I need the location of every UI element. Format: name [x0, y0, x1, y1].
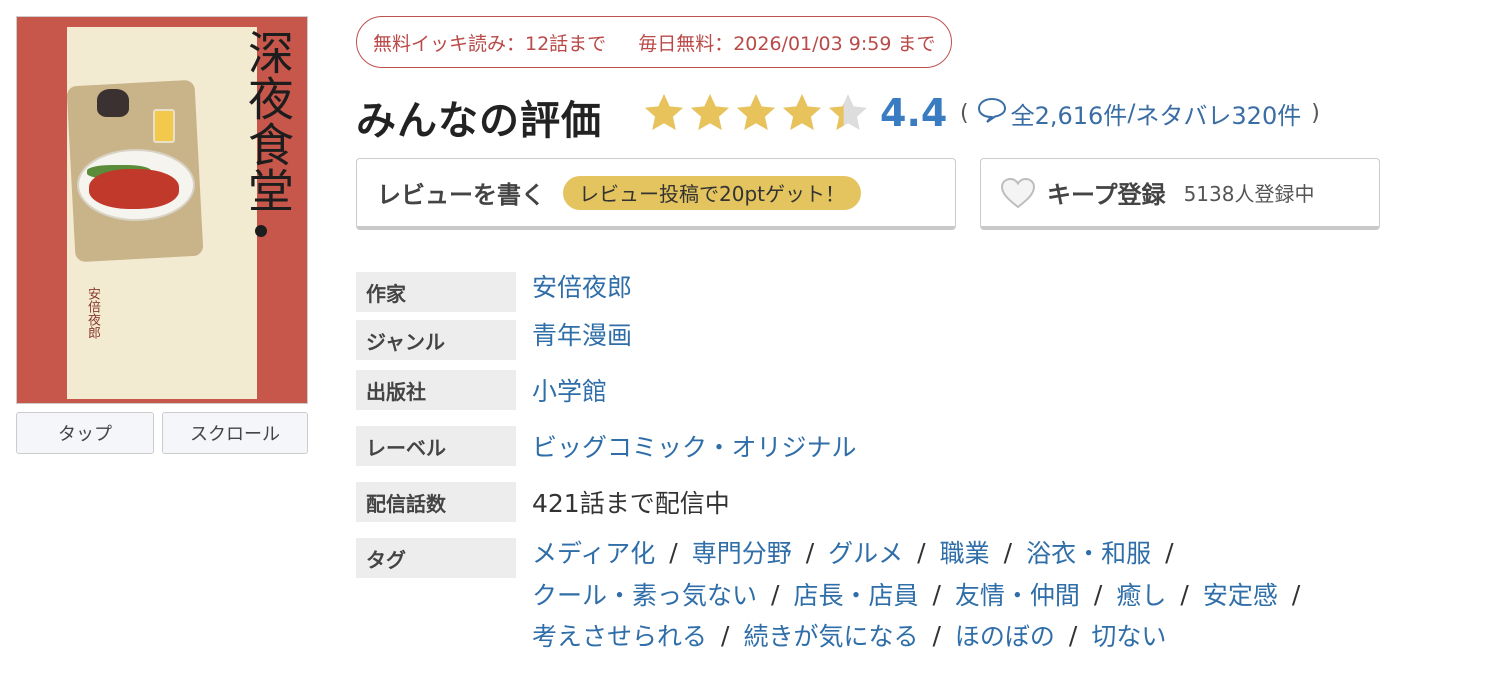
star-icon	[734, 91, 778, 135]
speech-bubble-icon	[977, 97, 1007, 129]
review-slash: /	[1127, 99, 1136, 127]
cover-image[interactable]: 深夜食堂 安倍夜郎	[16, 16, 308, 404]
tags-label: タグ	[356, 538, 516, 578]
tag-link[interactable]: 考えさせられる	[532, 617, 707, 653]
label-value: ビッグコミック・オリジナル	[532, 428, 857, 464]
star-icon	[780, 91, 824, 135]
author-link[interactable]: 安倍夜郎	[532, 273, 632, 302]
genre-label: ジャンル	[356, 320, 516, 360]
star-icon	[826, 91, 870, 135]
author-value: 安倍夜郎	[532, 268, 632, 304]
tag-line-2: クール・素っ気ない / 店長・店員 / 友情・仲間 / 癒し / 安定感 /	[532, 573, 1314, 615]
label-link[interactable]: ビッグコミック・オリジナル	[532, 433, 857, 462]
daily-free-text: 毎日無料：2026/01/03 9:59 まで	[638, 32, 936, 55]
review-counts: ( 全2,616件 / ネタバレ320件 )	[960, 88, 1320, 138]
episodes-value: 421話まで配信中	[532, 489, 730, 518]
cover-food	[89, 169, 179, 209]
paren-open: (	[960, 100, 969, 126]
free-read-text: 無料イッキ読み：12話まで	[373, 32, 607, 55]
tag-link[interactable]: 友情・仲間	[955, 576, 1080, 612]
tag-link[interactable]: クール・素っ気ない	[532, 576, 757, 612]
publisher-label: 出版社	[356, 370, 516, 410]
keep-count: 5138人登録中	[1183, 182, 1315, 206]
tap-button[interactable]: タップ	[16, 412, 154, 454]
review-count-link[interactable]: 全2,616件	[1011, 96, 1128, 131]
free-read-badge: 無料イッキ読み：12話まで 毎日無料：2026/01/03 9:59 まで	[356, 16, 953, 68]
cover-pot	[97, 89, 129, 117]
episodes-label: 配信話数	[356, 482, 516, 522]
tag-link[interactable]: 専門分野	[692, 534, 792, 570]
rating-value: 4.4	[880, 91, 948, 135]
scroll-button[interactable]: スクロール	[162, 412, 308, 454]
genre-link[interactable]: 青年漫画	[532, 321, 632, 350]
tag-link[interactable]: 店長・店員	[793, 576, 918, 612]
label-label: レーベル	[356, 426, 516, 466]
tag-link[interactable]: メディア化	[532, 534, 655, 570]
tag-link[interactable]: グルメ	[828, 534, 903, 570]
tag-link[interactable]: ほのぼの	[955, 617, 1055, 653]
star-icon	[688, 91, 732, 135]
publisher-value: 小学館	[532, 372, 607, 408]
tag-link[interactable]: 安定感	[1203, 576, 1278, 612]
spoiler-count-link[interactable]: ネタバレ320件	[1135, 96, 1301, 131]
cover-title: 深夜食堂	[241, 29, 295, 213]
star-icon	[642, 91, 686, 135]
tag-link[interactable]: 職業	[940, 534, 990, 570]
cover-beer-glass	[153, 109, 175, 143]
cover-volume-mark	[255, 225, 267, 237]
paren-close: )	[1311, 100, 1320, 126]
review-points-badge: レビュー投稿で20ptゲット！	[563, 175, 861, 210]
rating-title: みんなの評価	[356, 98, 602, 144]
write-review-label: レビューを書く	[377, 181, 545, 209]
tag-link[interactable]: 切ない	[1091, 617, 1166, 653]
author-label: 作家	[356, 272, 516, 312]
keep-label: キープ登録	[1047, 181, 1166, 209]
tag-line-3: 考えさせられる / 続きが気になる / ほのぼの / 切ない	[532, 614, 1166, 656]
publisher-link[interactable]: 小学館	[532, 377, 607, 406]
rating-stars	[642, 88, 872, 138]
tag-link[interactable]: 浴衣・和服	[1026, 534, 1151, 570]
genre-value: 青年漫画	[532, 316, 632, 352]
tag-line-1: メディア化 / 専門分野 / グルメ / 職業 / 浴衣・和服 /	[532, 531, 1188, 573]
keep-button[interactable]: キープ登録 5138人登録中	[980, 158, 1380, 230]
write-review-button[interactable]: レビューを書く レビュー投稿で20ptゲット！	[356, 158, 956, 230]
tag-link[interactable]: 癒し	[1116, 576, 1166, 612]
heart-icon	[999, 176, 1037, 210]
tag-link[interactable]: 続きが気になる	[743, 617, 918, 653]
cover-author: 安倍夜郎	[85, 287, 100, 339]
